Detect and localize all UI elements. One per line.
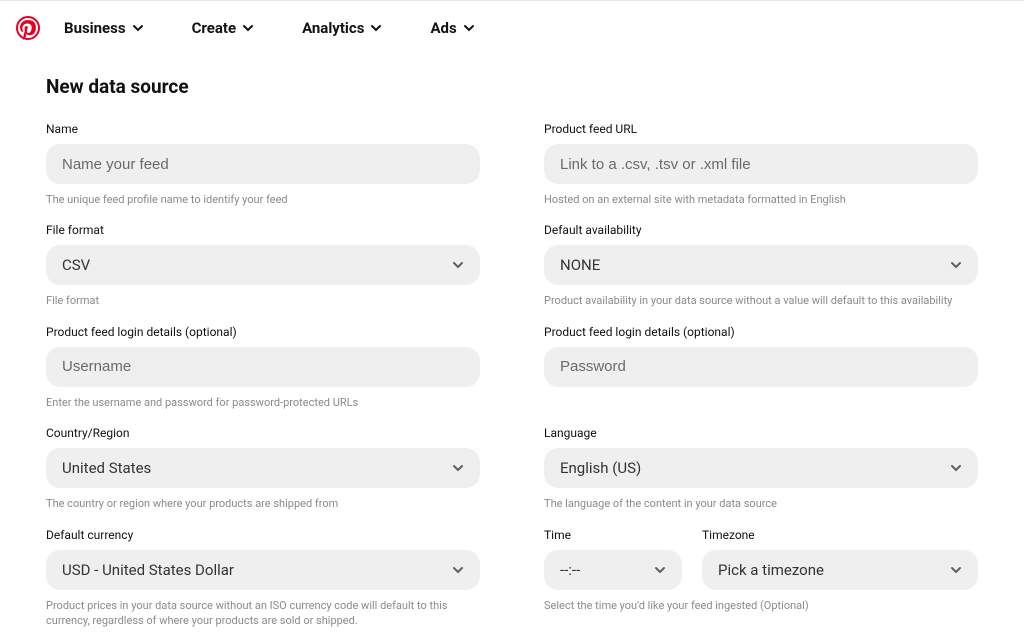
login-user-label: Product feed login details (optional) (46, 325, 480, 339)
nav-create[interactable]: Create (180, 11, 266, 45)
chevron-down-icon (452, 259, 464, 271)
username-input[interactable] (46, 347, 480, 387)
country-help: The country or region where your product… (46, 496, 480, 511)
default-availability-select[interactable]: NONE (544, 245, 978, 285)
login-pass-label: Product feed login details (optional) (544, 325, 978, 339)
time-help: Select the time you'd like your feed ing… (544, 598, 978, 613)
field-currency: Default currency USD - United States Dol… (46, 528, 480, 629)
chevron-down-icon (132, 22, 144, 34)
content: New data source Name The unique feed pro… (0, 55, 1024, 628)
language-value: English (US) (560, 459, 641, 477)
default-availability-help: Product availability in your data source… (544, 293, 978, 308)
file-format-help: File format (46, 293, 480, 308)
currency-value: USD - United States Dollar (62, 561, 234, 579)
field-file-format: File format CSV File format (46, 223, 480, 308)
nav-business[interactable]: Business (52, 11, 156, 45)
language-select[interactable]: English (US) (544, 448, 978, 488)
country-label: Country/Region (46, 426, 480, 440)
nav-label: Ads (430, 19, 456, 37)
nav-label: Business (64, 19, 126, 37)
nav-label: Create (192, 19, 236, 37)
field-feed-url: Product feed URL Hosted on an external s… (544, 122, 978, 207)
feed-url-help: Hosted on an external site with metadata… (544, 192, 978, 207)
nav-ads[interactable]: Ads (418, 11, 486, 45)
file-format-label: File format (46, 223, 480, 237)
timezone-label: Timezone (702, 528, 978, 542)
default-availability-label: Default availability (544, 223, 978, 237)
field-default-availability: Default availability NONE Product availa… (544, 223, 978, 308)
field-login-username: Product feed login details (optional) En… (46, 325, 480, 410)
chevron-down-icon (242, 22, 254, 34)
chevron-down-icon (950, 259, 962, 271)
currency-select[interactable]: USD - United States Dollar (46, 550, 480, 590)
chevron-down-icon (654, 564, 666, 576)
field-name: Name The unique feed profile name to ide… (46, 122, 480, 207)
chevron-down-icon (950, 462, 962, 474)
login-user-help: Enter the username and password for pass… (46, 395, 480, 410)
country-select[interactable]: United States (46, 448, 480, 488)
timezone-select[interactable]: Pick a timezone (702, 550, 978, 590)
feed-url-label: Product feed URL (544, 122, 978, 136)
chevron-down-icon (452, 462, 464, 474)
field-time-timezone: Time --:-- Timezone Pick a timezone Sele… (544, 528, 978, 629)
name-input[interactable] (46, 144, 480, 184)
file-format-value: CSV (62, 256, 90, 274)
chevron-down-icon (452, 564, 464, 576)
currency-label: Default currency (46, 528, 480, 542)
password-input[interactable] (544, 347, 978, 387)
country-value: United States (62, 459, 151, 477)
field-country: Country/Region United States The country… (46, 426, 480, 511)
pinterest-logo[interactable] (16, 16, 40, 40)
nav-analytics[interactable]: Analytics (290, 11, 394, 45)
form-grid: Name The unique feed profile name to ide… (46, 122, 978, 628)
field-login-password: Product feed login details (optional) (544, 325, 978, 410)
nav-label: Analytics (302, 19, 364, 37)
time-select[interactable]: --:-- (544, 550, 682, 590)
language-label: Language (544, 426, 978, 440)
page-title: New data source (46, 75, 978, 98)
timezone-value: Pick a timezone (718, 561, 824, 579)
topbar: Business Create Analytics Ads (0, 1, 1024, 55)
name-label: Name (46, 122, 480, 136)
field-language: Language English (US) The language of th… (544, 426, 978, 511)
file-format-select[interactable]: CSV (46, 245, 480, 285)
currency-help: Product prices in your data source witho… (46, 598, 480, 629)
language-help: The language of the content in your data… (544, 496, 978, 511)
time-value: --:-- (560, 561, 580, 579)
chevron-down-icon (370, 22, 382, 34)
chevron-down-icon (950, 564, 962, 576)
feed-url-input[interactable] (544, 144, 978, 184)
time-label: Time (544, 528, 682, 542)
default-availability-value: NONE (560, 256, 600, 274)
chevron-down-icon (463, 22, 475, 34)
name-help: The unique feed profile name to identify… (46, 192, 480, 207)
